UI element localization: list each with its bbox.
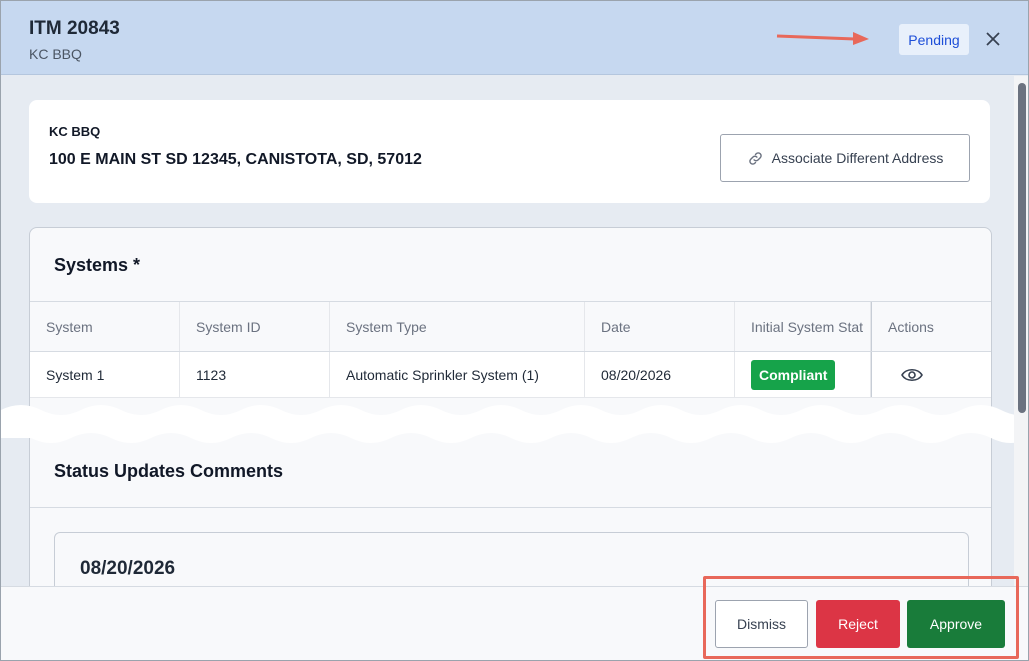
column-header: System ID xyxy=(180,302,330,351)
scrollbar-thumb[interactable] xyxy=(1018,83,1026,413)
system-id-cell: 1123 xyxy=(180,352,330,397)
column-header: Actions xyxy=(871,302,991,351)
compliant-badge: Compliant xyxy=(751,359,836,390)
torn-edge-divider xyxy=(1,405,1028,443)
annotation-arrow-icon xyxy=(776,32,869,45)
actions-cell xyxy=(871,352,991,397)
status-updates-section: Status Updates Comments 08/20/2026 xyxy=(29,439,992,586)
column-header: System Type xyxy=(330,302,585,351)
status-badge: Pending xyxy=(899,24,969,55)
divider xyxy=(30,507,991,508)
table-header-row: System System ID System Type Date Initia… xyxy=(30,301,991,352)
column-header: System xyxy=(30,302,180,351)
table-row: System 1 1123 Automatic Sprinkler System… xyxy=(30,352,991,398)
item-detail-modal: ITM 20843 KC BBQ Pending KC BBQ 100 E MA… xyxy=(0,0,1029,661)
comment-date: 08/20/2026 xyxy=(80,558,176,579)
status-cell: Compliant xyxy=(735,352,871,397)
address-card: KC BBQ 100 E MAIN ST SD 12345, CANISTOTA… xyxy=(29,100,990,203)
associate-address-label: Associate Different Address xyxy=(771,150,944,166)
modal-body[interactable]: KC BBQ 100 E MAIN ST SD 12345, CANISTOTA… xyxy=(1,76,1014,586)
section-title: Status Updates Comments xyxy=(54,461,284,481)
section-title: Systems * xyxy=(54,255,141,275)
annotation-highlight-box xyxy=(703,576,1019,659)
date-cell: 08/20/2026 xyxy=(585,352,735,397)
address-name: KC BBQ xyxy=(49,124,101,139)
modal-header: ITM 20843 KC BBQ Pending xyxy=(1,1,1028,75)
column-header: Date xyxy=(585,302,735,351)
system-name-cell: System 1 xyxy=(30,352,180,397)
page-title: ITM 20843 xyxy=(29,18,120,39)
eye-icon[interactable] xyxy=(900,366,924,384)
link-icon xyxy=(748,151,762,165)
page-subtitle: KC BBQ xyxy=(29,46,82,62)
close-icon[interactable] xyxy=(983,29,1003,49)
system-type-cell: Automatic Sprinkler System (1) xyxy=(330,352,585,397)
associate-address-button[interactable]: Associate Different Address xyxy=(720,134,970,182)
address-line: 100 E MAIN ST SD 12345, CANISTOTA, SD, 5… xyxy=(49,151,422,168)
column-header: Initial System Stat xyxy=(735,302,871,351)
